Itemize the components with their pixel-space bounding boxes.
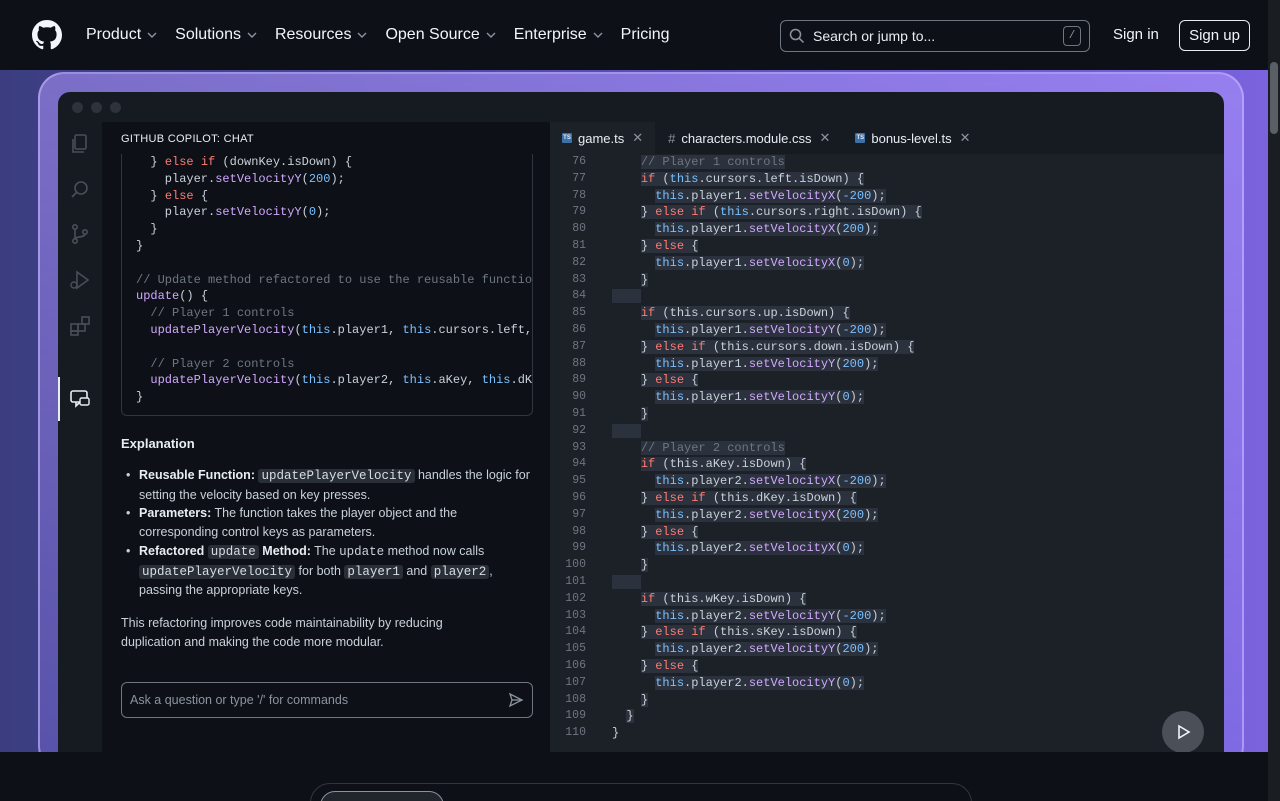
search-icon — [789, 28, 805, 44]
window-dot-icon — [91, 102, 102, 113]
nav-pricing[interactable]: Pricing — [621, 26, 670, 44]
explanation-summary: This refactoring improves code maintaina… — [121, 616, 443, 649]
tab-characters-css[interactable]: # characters.module.css ✕ — [656, 122, 844, 154]
hash-icon: # — [668, 130, 676, 146]
nav-open-source[interactable]: Open Source — [385, 26, 496, 44]
chevron-down-icon — [247, 32, 257, 38]
tab-bonus-level-ts[interactable]: TS bonus-level.ts ✕ — [843, 122, 984, 154]
code-area[interactable]: 76 77 78 79 80 81 82 83 84 85 86 87 88 8… — [550, 154, 1224, 752]
github-logo-icon[interactable] — [32, 20, 62, 50]
chat-input-box[interactable] — [121, 682, 533, 718]
page-scrollbar[interactable] — [1268, 0, 1280, 801]
window-dot-icon — [110, 102, 121, 113]
editor-tabs: TS game.ts ✕ # characters.module.css ✕ T… — [550, 122, 1224, 154]
explanation-heading: Explanation — [121, 436, 195, 451]
nav-enterprise[interactable]: Enterprise — [514, 26, 603, 44]
nav-resources[interactable]: Resources — [275, 26, 367, 44]
editor-code-text: // Player 1 controls if (this.cursors.le… — [612, 155, 922, 741]
close-icon[interactable]: ✕ — [819, 130, 830, 146]
bottom-tab-active[interactable] — [320, 791, 444, 801]
send-icon[interactable] — [508, 692, 524, 708]
search-icon[interactable] — [68, 178, 92, 202]
search-shortcut-badge: / — [1063, 26, 1081, 46]
chevron-down-icon — [147, 32, 157, 38]
line-numbers: 76 77 78 79 80 81 82 83 84 85 86 87 88 8… — [565, 155, 586, 740]
code-editor: TS game.ts ✕ # characters.module.css ✕ T… — [550, 122, 1224, 752]
files-icon[interactable] — [68, 132, 92, 156]
explanation-list: Reusable Function: updatePlayerVelocity … — [121, 466, 533, 600]
nav-product[interactable]: Product — [86, 26, 157, 44]
hero-section: GITHUB COPILOT: CHAT } else if (downKey.… — [0, 70, 1268, 752]
list-item: Parameters: The function takes the playe… — [121, 504, 533, 541]
play-button[interactable] — [1162, 711, 1204, 752]
copilot-chat-panel: GITHUB COPILOT: CHAT } else if (downKey.… — [102, 122, 550, 752]
top-navigation: Product Solutions Resources Open Source … — [0, 0, 1268, 70]
list-item: Refactored update Method: The update met… — [121, 542, 533, 600]
nav-solutions[interactable]: Solutions — [175, 26, 257, 44]
play-icon — [1178, 724, 1191, 740]
close-icon[interactable]: ✕ — [632, 130, 643, 146]
sign-in-link[interactable]: Sign in — [1113, 26, 1159, 43]
chat-code-text: } else if (downKey.isDown) { player.setV… — [136, 155, 533, 405]
active-indicator — [58, 377, 60, 421]
search-box[interactable]: / — [780, 20, 1090, 52]
chat-panel-title: GITHUB COPILOT: CHAT — [121, 133, 254, 145]
sign-up-button[interactable]: Sign up — [1179, 20, 1250, 51]
close-icon[interactable]: ✕ — [960, 130, 971, 146]
chevron-down-icon — [486, 32, 496, 38]
typescript-icon: TS — [562, 133, 572, 143]
scrollbar-thumb[interactable] — [1270, 62, 1278, 134]
chat-code-block: } else if (downKey.isDown) { player.setV… — [121, 154, 533, 416]
chevron-down-icon — [593, 32, 603, 38]
list-item: Reusable Function: updatePlayerVelocity … — [121, 466, 533, 504]
search-input[interactable] — [813, 28, 1063, 44]
editor-window: GITHUB COPILOT: CHAT } else if (downKey.… — [58, 92, 1224, 752]
source-control-icon[interactable] — [68, 222, 92, 246]
window-controls — [72, 102, 121, 113]
tab-game-ts[interactable]: TS game.ts ✕ — [550, 122, 657, 154]
chevron-down-icon — [357, 32, 367, 38]
chat-input[interactable] — [130, 693, 508, 707]
activity-bar — [58, 122, 102, 752]
extensions-icon[interactable] — [68, 314, 92, 338]
copilot-chat-icon[interactable] — [68, 387, 92, 411]
window-dot-icon — [72, 102, 83, 113]
run-debug-icon[interactable] — [68, 268, 92, 292]
typescript-icon: TS — [855, 133, 866, 143]
